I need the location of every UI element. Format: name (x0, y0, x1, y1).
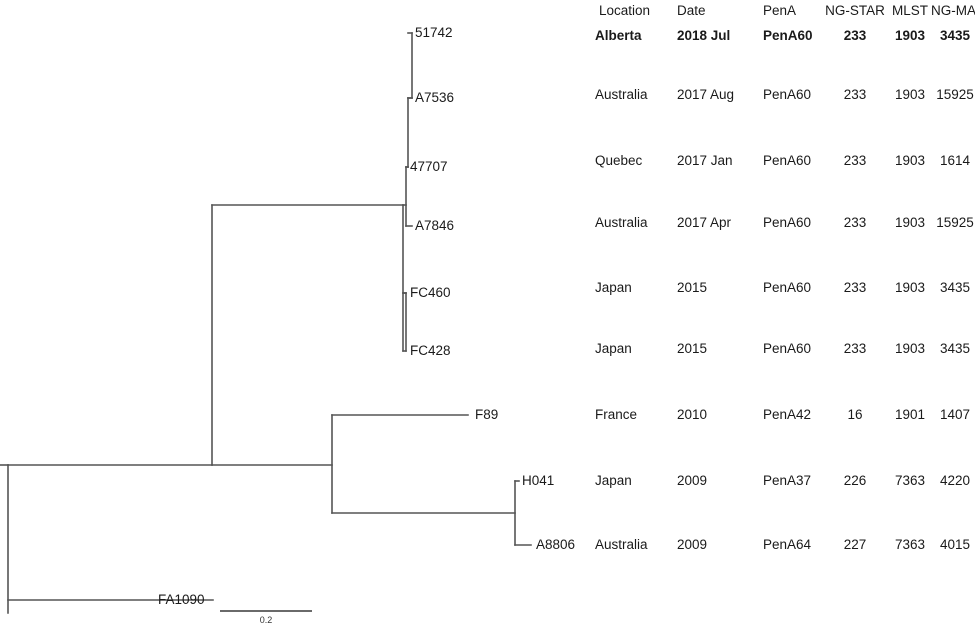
cell-pena: PenA37 (763, 473, 812, 488)
cell-date: 2009 (677, 473, 708, 488)
cell-ngstar: 226 (843, 473, 867, 488)
cell-location: Japan (595, 341, 632, 356)
cell-date: 2017 Aug (677, 87, 735, 102)
cell-date: 2010 (677, 407, 708, 422)
cell-location: Australia (595, 215, 648, 230)
tip-label-F89: F89 (475, 407, 499, 422)
cell-pena: PenA60 (763, 341, 812, 356)
cell-ngmast: 4015 (939, 537, 971, 552)
tip-label-47707: 47707 (410, 159, 448, 174)
header-date: Date (677, 3, 706, 18)
tip-label-H041: H041 (522, 473, 555, 488)
table-row: France 2010 PenA42 16 1901 1407 (595, 406, 975, 424)
cell-ngmast: 1614 (939, 153, 971, 168)
table-row: Japan 2015 PenA60 233 1903 3435 (595, 279, 975, 297)
phylogenetic-tree-figure: 51742 A7536 47707 A7846 FC460 FC428 F89 H041 A88… (0, 0, 975, 629)
cell-ngstar: 233 (843, 153, 867, 168)
tip-label-FA1090: FA1090 (158, 592, 205, 607)
cell-date: 2015 (677, 280, 708, 295)
cell-ngmast: 1407 (939, 407, 971, 422)
cell-date: 2009 (677, 537, 708, 552)
cell-mlst: 1903 (894, 153, 926, 168)
cell-mlst: 7363 (894, 473, 926, 488)
tip-label-51742: 51742 (415, 25, 453, 40)
table-row: Alberta 2018 Jul PenA60 233 1903 3435 (595, 27, 975, 45)
cell-location: Alberta (595, 28, 642, 43)
cell-pena: PenA60 (763, 87, 812, 102)
tip-label-A8806: A8806 (536, 537, 576, 552)
cell-pena: PenA60 (763, 280, 812, 295)
scale-bar-label: 0.2 (259, 615, 273, 625)
tree-branch-lines (0, 32, 532, 614)
cell-ngstar: 16 (847, 407, 863, 422)
header-pena: PenA (763, 3, 797, 18)
cell-location: Australia (595, 537, 648, 552)
cell-date: 2017 Jan (677, 153, 733, 168)
cell-pena: PenA60 (763, 153, 812, 168)
cell-ngmast: 3435 (939, 341, 971, 356)
table-row: Australia 2017 Apr PenA60 233 1903 15925 (595, 214, 975, 232)
cell-ngstar: 233 (843, 341, 867, 356)
table-row: Australia 2017 Aug PenA60 233 1903 15925 (595, 86, 975, 104)
cell-ngmast: 3435 (939, 280, 971, 295)
cell-date: 2015 (677, 341, 708, 356)
tip-label-A7846: A7846 (415, 218, 455, 233)
cell-location: Australia (595, 87, 648, 102)
cell-ngmast: 4220 (939, 473, 971, 488)
cell-location: Japan (595, 280, 632, 295)
cell-mlst: 1903 (894, 28, 926, 43)
cell-ngmast: 15925 (936, 215, 974, 230)
table-header-row: Location Date PenA NG-STAR MLST NG-MAST (595, 2, 975, 20)
cell-ngstar: 233 (843, 87, 867, 102)
cell-ngstar: 233 (843, 280, 867, 295)
cell-location: Japan (595, 473, 632, 488)
header-location: Location (599, 3, 651, 18)
tip-label-A7536: A7536 (415, 90, 455, 105)
header-ngmast: NG-MAST (931, 3, 975, 18)
cell-location: Quebec (595, 153, 643, 168)
cell-pena: PenA60 (763, 215, 812, 230)
cell-pena: PenA60 (763, 28, 813, 43)
table-row: Quebec 2017 Jan PenA60 233 1903 1614 (595, 152, 975, 170)
cell-pena: PenA64 (763, 537, 812, 552)
header-mlst: MLST (891, 3, 928, 18)
table-row: Australia 2009 PenA64 227 7363 4015 (595, 536, 975, 554)
tip-label-FC460: FC460 (410, 285, 451, 300)
table-row: Japan 2009 PenA37 226 7363 4220 (595, 472, 975, 490)
cell-mlst: 1901 (894, 407, 926, 422)
cell-ngmast: 15925 (936, 87, 974, 102)
cell-ngstar: 233 (843, 215, 867, 230)
cell-ngstar: 233 (843, 28, 867, 43)
cell-mlst: 1903 (894, 280, 926, 295)
cell-mlst: 1903 (894, 341, 926, 356)
cell-location: France (595, 407, 638, 422)
cell-mlst: 7363 (894, 537, 926, 552)
cell-mlst: 1903 (894, 87, 926, 102)
table-row: Japan 2015 PenA60 233 1903 3435 (595, 340, 975, 358)
cell-date: 2018 Jul (677, 28, 731, 43)
cell-ngstar: 227 (843, 537, 867, 552)
header-ngstar: NG-STAR (825, 3, 885, 18)
cell-ngmast: 3435 (939, 28, 971, 43)
cell-pena: PenA42 (763, 407, 812, 422)
cell-mlst: 1903 (894, 215, 926, 230)
cell-date: 2017 Apr (677, 215, 732, 230)
tip-label-FC428: FC428 (410, 343, 451, 358)
